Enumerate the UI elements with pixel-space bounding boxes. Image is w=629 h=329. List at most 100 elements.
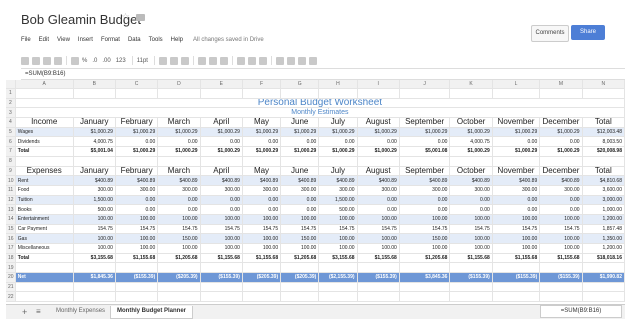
- cell[interactable]: [242, 291, 282, 303]
- value-cell[interactable]: $400.89: [318, 175, 358, 186]
- value-cell[interactable]: 0.00: [200, 195, 243, 206]
- star-icon[interactable]: ☆: [121, 13, 131, 23]
- cell[interactable]: [73, 88, 116, 99]
- cell[interactable]: [280, 291, 320, 303]
- row-label[interactable]: Total: [15, 146, 74, 157]
- value-cell[interactable]: 0.00: [539, 195, 583, 206]
- value-cell[interactable]: $20,008.98: [582, 146, 626, 157]
- value-cell[interactable]: $3,845.36: [399, 272, 451, 283]
- sheet-grid[interactable]: A B C D E F G H I J K L M N 1 2 Personal B…: [6, 80, 626, 303]
- value-cell[interactable]: 100.00: [200, 243, 243, 254]
- cell[interactable]: [200, 88, 243, 99]
- value-cell[interactable]: $1,000.29: [357, 146, 400, 157]
- cell[interactable]: [318, 282, 358, 293]
- value-cell[interactable]: 150.00: [280, 233, 320, 244]
- value-cell[interactable]: 100.00: [449, 243, 493, 254]
- value-cell[interactable]: $1,000.29: [115, 146, 159, 157]
- row-header[interactable]: 17: [6, 243, 16, 254]
- row-label[interactable]: Wages: [15, 127, 74, 138]
- value-cell[interactable]: 4,000.75: [73, 136, 116, 148]
- row-header[interactable]: 2: [6, 98, 16, 109]
- value-cell[interactable]: 0.00: [399, 204, 451, 215]
- sheet-tab-monthly-budget-planner[interactable]: Monthly Budget Planner: [110, 306, 193, 319]
- value-cell[interactable]: 100.00: [357, 214, 400, 225]
- value-cell[interactable]: 0.00: [399, 195, 451, 206]
- value-cell[interactable]: $12,003.48: [582, 127, 626, 138]
- value-cell[interactable]: 0.00: [242, 195, 282, 206]
- value-cell[interactable]: 300.00: [399, 185, 451, 196]
- value-cell[interactable]: ($155.39): [200, 272, 243, 283]
- menu-edit[interactable]: Edit: [39, 37, 49, 43]
- row-label[interactable]: Entertainment: [15, 214, 74, 225]
- cell[interactable]: [492, 262, 541, 274]
- expenses-header[interactable]: Expenses: [15, 166, 74, 177]
- borders-icon[interactable]: [208, 56, 217, 65]
- month-header[interactable]: August: [357, 117, 400, 128]
- month-header[interactable]: May: [242, 166, 282, 177]
- income-header[interactable]: Income: [15, 117, 74, 128]
- value-cell[interactable]: $1,000.29: [200, 127, 243, 138]
- currency-icon[interactable]: [71, 56, 79, 65]
- cell[interactable]: [539, 88, 583, 99]
- value-cell[interactable]: 100.00: [318, 233, 358, 244]
- cell[interactable]: [449, 291, 493, 303]
- value-cell[interactable]: 3,600.00: [582, 185, 626, 196]
- cell[interactable]: [280, 282, 320, 293]
- month-header[interactable]: January: [73, 117, 116, 128]
- row-header[interactable]: 7: [6, 146, 16, 157]
- cell[interactable]: [115, 156, 159, 167]
- month-header[interactable]: November: [492, 117, 541, 128]
- month-header[interactable]: February: [115, 117, 159, 128]
- row-header[interactable]: 3: [6, 107, 16, 119]
- value-cell[interactable]: 154.75: [399, 224, 451, 235]
- value-cell[interactable]: 100.00: [399, 243, 451, 254]
- value-cell[interactable]: $5,001.04: [73, 146, 116, 157]
- row-header[interactable]: 5: [6, 127, 16, 138]
- add-sheet-icon[interactable]: +: [22, 307, 27, 317]
- value-cell[interactable]: 154.75: [449, 224, 493, 235]
- cell[interactable]: [200, 156, 243, 167]
- menu-view[interactable]: View: [57, 37, 70, 43]
- cell[interactable]: [449, 262, 493, 274]
- row-header[interactable]: 16: [6, 233, 16, 244]
- value-cell[interactable]: 0.00: [357, 136, 400, 148]
- row-label[interactable]: Tuition: [15, 195, 74, 206]
- cell[interactable]: [399, 291, 451, 303]
- month-header[interactable]: January: [73, 166, 116, 177]
- value-cell[interactable]: $1,000.29: [157, 127, 201, 138]
- cell[interactable]: [357, 282, 400, 293]
- value-cell[interactable]: 300.00: [73, 185, 116, 196]
- value-cell[interactable]: 1,857.48: [582, 224, 626, 235]
- value-cell[interactable]: 100.00: [115, 233, 159, 244]
- cell[interactable]: [318, 262, 358, 274]
- functions-icon[interactable]: [308, 56, 317, 65]
- cell[interactable]: [357, 88, 400, 99]
- cell[interactable]: [115, 291, 159, 303]
- value-cell[interactable]: 0.00: [115, 204, 159, 215]
- cell[interactable]: [115, 262, 159, 274]
- cell[interactable]: [15, 282, 74, 293]
- value-cell[interactable]: 0.00: [157, 204, 201, 215]
- cell[interactable]: [242, 88, 282, 99]
- cell[interactable]: [242, 262, 282, 274]
- cell[interactable]: [492, 156, 541, 167]
- column-header[interactable]: D: [157, 80, 201, 89]
- sheet-title[interactable]: Personal Budget Worksheet: [15, 98, 626, 109]
- month-header[interactable]: March: [157, 166, 201, 177]
- cell[interactable]: [492, 291, 541, 303]
- value-cell[interactable]: 100.00: [200, 233, 243, 244]
- cell[interactable]: [242, 282, 282, 293]
- value-cell[interactable]: $1,155.68: [539, 253, 583, 264]
- value-cell[interactable]: 100.00: [449, 214, 493, 225]
- insert-comment-icon[interactable]: [275, 56, 284, 65]
- value-cell[interactable]: $1,205.68: [280, 253, 320, 264]
- value-cell[interactable]: 1,500.00: [318, 195, 358, 206]
- cell[interactable]: [115, 282, 159, 293]
- month-header[interactable]: April: [200, 117, 243, 128]
- column-header[interactable]: B: [73, 80, 116, 89]
- value-cell[interactable]: 100.00: [242, 214, 282, 225]
- cell[interactable]: [399, 88, 451, 99]
- value-cell[interactable]: 0.00: [157, 136, 201, 148]
- cell[interactable]: [157, 291, 201, 303]
- cell[interactable]: [157, 88, 201, 99]
